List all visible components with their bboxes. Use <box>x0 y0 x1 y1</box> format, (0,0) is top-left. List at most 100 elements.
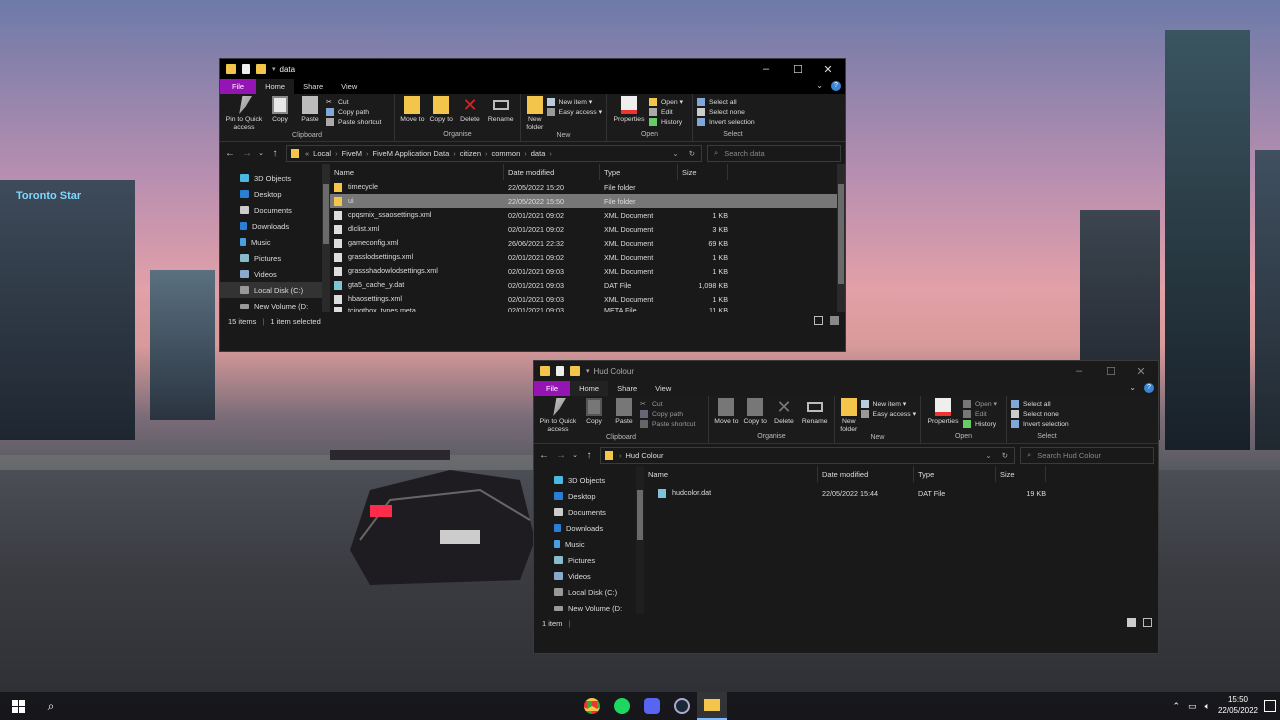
cut-button[interactable]: ✂ Cut <box>640 400 695 409</box>
notification-icon[interactable] <box>1264 700 1276 712</box>
column-header-type[interactable]: Type <box>914 466 996 482</box>
nav-scrollbar[interactable] <box>636 466 644 614</box>
move-to-button[interactable]: Move to <box>713 398 740 433</box>
breadcrumb-item[interactable]: citizen <box>460 149 481 158</box>
file-row[interactable]: hbaosettings.xml 02/01/2021 09:03 XML Docu… <box>330 292 845 306</box>
minimize-button[interactable]: – <box>751 59 781 79</box>
file-list-scrollbar[interactable] <box>837 164 845 312</box>
column-header-name[interactable]: Name <box>330 164 504 180</box>
breadcrumb-item[interactable]: FiveM <box>342 149 362 158</box>
taskbar-discord[interactable] <box>637 692 667 720</box>
copy-button[interactable]: Copy <box>266 96 294 132</box>
chevron-down-icon[interactable]: ▾ <box>586 367 590 375</box>
explorer-window-hud-colour[interactable]: ▾ Hud Colour – ☐ ✕ File Home Share View … <box>533 360 1159 654</box>
select-none-button[interactable]: Select none <box>1011 410 1069 418</box>
breadcrumb-item[interactable]: FiveM Application Data <box>373 149 450 158</box>
nav-item-documents[interactable]: Documents <box>534 504 644 520</box>
paste-shortcut-button[interactable]: Paste shortcut <box>326 118 381 126</box>
search-button[interactable]: ⌕ <box>36 692 66 720</box>
taskbar-file-explorer[interactable] <box>697 692 727 720</box>
tab-view[interactable]: View <box>332 79 366 94</box>
file-row[interactable]: grassshadowlodsettings.xml 02/01/2021 09:… <box>330 264 845 278</box>
start-button[interactable] <box>0 692 36 720</box>
pin-to-quick-access-button[interactable]: Pin to Quick access <box>224 96 264 132</box>
network-icon[interactable]: ▭ <box>1188 701 1197 712</box>
chevron-down-icon[interactable]: ⌄ <box>1129 383 1136 392</box>
address-bar[interactable]: « Local › FiveM › FiveM Application Data › … <box>286 144 702 162</box>
new-folder-button[interactable]: New folder <box>525 96 545 132</box>
rename-button[interactable]: Rename <box>799 398 830 433</box>
select-none-button[interactable]: Select none <box>697 108 755 116</box>
tab-view[interactable]: View <box>646 381 680 396</box>
tab-home[interactable]: Home <box>570 381 609 396</box>
copy-to-button[interactable]: Copy to <box>428 96 455 131</box>
paste-button[interactable]: Paste <box>296 96 324 132</box>
search-input[interactable]: ⌕ Search Hud Colour <box>1020 446 1154 464</box>
file-row-selected[interactable]: ui 22/05/2022 15:50 File folder <box>330 194 845 208</box>
column-header-name[interactable]: Name <box>644 466 818 482</box>
chevron-down-icon[interactable]: ⌄ <box>672 149 678 158</box>
maximize-button[interactable]: ☐ <box>783 59 813 79</box>
nav-item-documents[interactable]: Documents <box>220 202 330 218</box>
easy-access-button[interactable]: Easy access ▾ <box>860 410 916 418</box>
recent-locations-icon[interactable]: ⌄ <box>258 149 264 157</box>
title-bar[interactable]: ▾ Hud Colour – ☐ ✕ <box>534 361 1158 381</box>
minimize-button[interactable]: – <box>1064 361 1094 381</box>
nav-item-downloads[interactable]: Downloads <box>534 520 644 536</box>
nav-item-pictures[interactable]: Pictures <box>220 250 330 266</box>
nav-item-desktop[interactable]: Desktop <box>220 186 330 202</box>
nav-scrollbar[interactable] <box>322 164 330 312</box>
nav-item-local-disk-c[interactable]: Local Disk (C:) <box>534 584 644 600</box>
up-arrow-icon[interactable]: ↑ <box>269 148 281 159</box>
nav-item-music[interactable]: Music <box>220 234 330 250</box>
edit-button[interactable]: Edit <box>649 108 683 116</box>
forward-arrow-icon[interactable]: → <box>241 148 253 159</box>
move-to-button[interactable]: Move to <box>399 96 426 131</box>
up-arrow-icon[interactable]: ↑ <box>583 450 595 461</box>
new-folder-button[interactable]: New folder <box>839 398 859 434</box>
details-view-icon[interactable] <box>814 316 823 325</box>
breadcrumb-item[interactable]: common <box>492 149 521 158</box>
nav-item-music[interactable]: Music <box>534 536 644 552</box>
chevron-up-icon[interactable]: ⌃ <box>1173 701 1181 712</box>
breadcrumb-item[interactable]: Hud Colour <box>626 451 664 460</box>
taskbar-steam[interactable] <box>667 692 697 720</box>
nav-item-3d-objects[interactable]: 3D Objects <box>534 472 644 488</box>
title-bar[interactable]: ▾ data – ☐ ✕ <box>220 59 845 79</box>
close-button[interactable]: ✕ <box>813 59 843 79</box>
nav-item-downloads[interactable]: Downloads <box>220 218 330 234</box>
nav-item-videos[interactable]: Videos <box>534 568 644 584</box>
new-item-button[interactable]: New item ▾ <box>860 400 916 408</box>
history-button[interactable]: History <box>963 420 997 428</box>
select-all-button[interactable]: Select all <box>1011 400 1069 408</box>
help-icon[interactable]: ? <box>831 81 841 91</box>
paste-shortcut-button[interactable]: Paste shortcut <box>640 420 695 428</box>
file-row[interactable]: gameconfig.xml 26/06/2021 22:32 XML Docume… <box>330 236 845 250</box>
column-header-type[interactable]: Type <box>600 164 678 180</box>
edit-button[interactable]: Edit <box>963 410 997 418</box>
tab-share[interactable]: Share <box>294 79 332 94</box>
refresh-icon[interactable]: ↻ <box>1002 451 1008 460</box>
details-view-icon[interactable] <box>1127 618 1136 627</box>
invert-selection-button[interactable]: Invert selection <box>1011 420 1069 428</box>
properties-quick-icon[interactable] <box>242 64 250 74</box>
rename-button[interactable]: Rename <box>485 96 516 131</box>
column-header-date[interactable]: Date modified <box>818 466 914 482</box>
volume-icon[interactable]: 🔈︎ <box>1205 701 1210 712</box>
taskbar-spotify[interactable] <box>607 692 637 720</box>
explorer-window-data[interactable]: ▾ data – ☐ ✕ File Home Share View ⌄ ? Pi… <box>219 58 846 352</box>
scrollbar-thumb[interactable] <box>323 184 329 244</box>
large-icons-view-icon[interactable] <box>1143 618 1152 627</box>
nav-item-desktop[interactable]: Desktop <box>534 488 644 504</box>
open-button[interactable]: Open ▾ <box>649 98 683 106</box>
column-header-size[interactable]: Size <box>678 164 728 180</box>
delete-button[interactable]: ✕ Delete <box>771 398 798 433</box>
new-folder-quick-icon[interactable] <box>256 64 266 74</box>
file-row[interactable]: cpqsmix_ssaosettings.xml 02/01/2021 09:02… <box>330 208 845 222</box>
help-icon[interactable]: ? <box>1144 383 1154 393</box>
tab-home[interactable]: Home <box>256 79 295 94</box>
maximize-button[interactable]: ☐ <box>1096 361 1126 381</box>
properties-quick-icon[interactable] <box>556 366 564 376</box>
nav-item-videos[interactable]: Videos <box>220 266 330 282</box>
refresh-icon[interactable]: ↻ <box>689 149 695 158</box>
